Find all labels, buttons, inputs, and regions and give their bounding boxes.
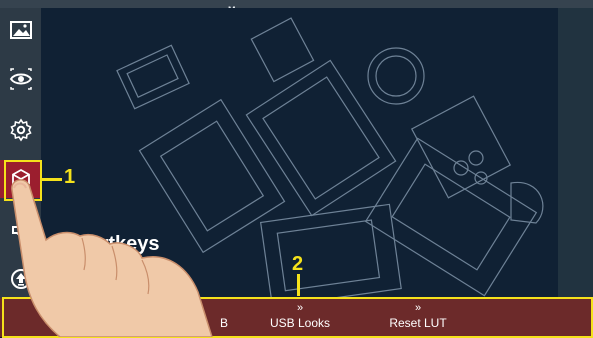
eye-icon — [9, 68, 32, 90]
image-icon — [9, 21, 32, 39]
sidebar-item-settings[interactable] — [0, 111, 41, 149]
sidebar — [0, 8, 41, 298]
upload-icon — [10, 269, 31, 289]
sidebar-item-upgrade[interactable] — [0, 260, 41, 298]
sidebar-item-view[interactable] — [0, 60, 41, 98]
callout-label-2: 2 — [292, 253, 304, 275]
callout-box-2 — [2, 297, 593, 338]
callout-box-1 — [4, 160, 42, 201]
callout-leader-1 — [40, 178, 62, 181]
brand-title: Portkeys — [75, 233, 160, 255]
sidebar-item-image[interactable] — [0, 11, 41, 49]
callout-leader-2 — [297, 274, 300, 296]
speaker-icon — [11, 219, 24, 241]
callout-label-1: 1 — [64, 166, 76, 188]
sidebar-item-audio[interactable] — [0, 211, 41, 249]
right-edge-strip — [558, 8, 593, 298]
gear-icon — [9, 118, 32, 142]
top-status-bar — [0, 0, 593, 8]
